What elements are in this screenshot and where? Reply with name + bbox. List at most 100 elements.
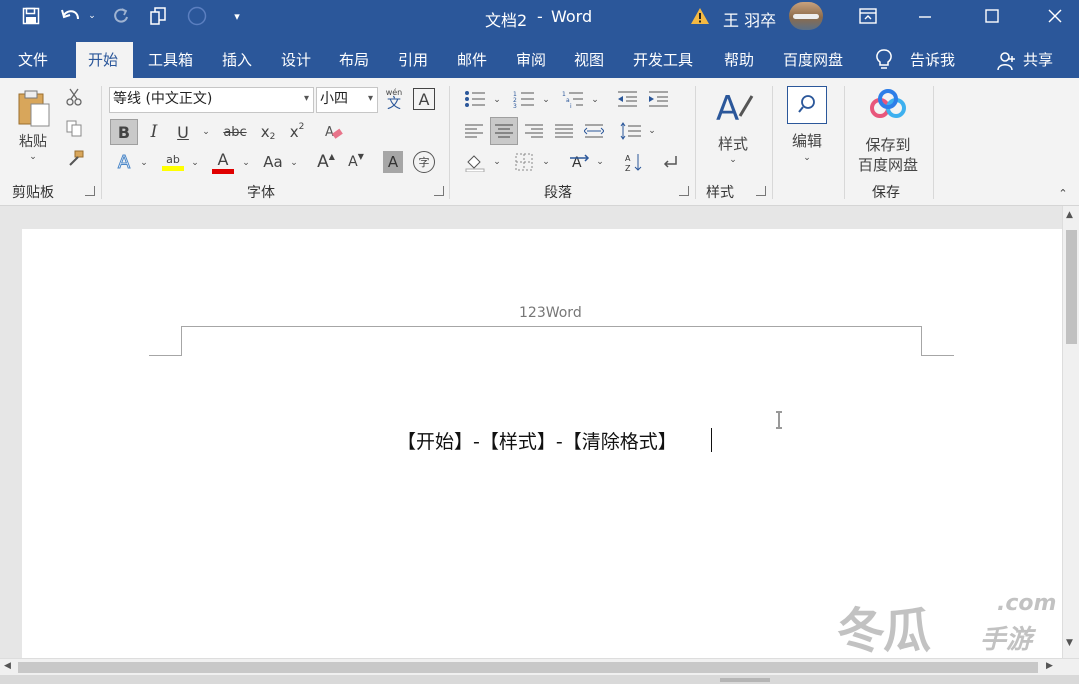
bullets-icon[interactable] [462, 88, 488, 110]
distributed-icon[interactable] [582, 119, 606, 143]
grow-font-button[interactable]: A ▲ [314, 149, 338, 175]
change-case-dropdown-icon[interactable]: ⌄ [288, 156, 300, 170]
paste-dropdown-icon[interactable]: ⌄ [26, 152, 40, 162]
font-size-box[interactable]: 小四 ▾ [316, 87, 378, 113]
editing-icon[interactable] [787, 86, 827, 124]
touch-mode-icon[interactable] [148, 5, 170, 27]
justify-icon[interactable] [552, 119, 576, 143]
tab-references[interactable]: 引用 [386, 42, 440, 78]
maximize-icon[interactable] [979, 5, 1005, 27]
show-marks-icon[interactable] [658, 150, 682, 174]
styles-dropdown-icon[interactable]: ⌄ [727, 154, 739, 166]
tab-layout[interactable]: 布局 [327, 42, 381, 78]
subscript-button[interactable]: x2 [255, 119, 281, 145]
tab-help[interactable]: 帮助 [712, 42, 766, 78]
highlight-dropdown-icon[interactable]: ⌄ [189, 156, 201, 170]
collapse-ribbon-icon[interactable]: ⌃ [1055, 186, 1071, 200]
paste-icon[interactable] [14, 88, 54, 128]
minimize-icon[interactable] [912, 5, 938, 27]
italic-button[interactable]: I [143, 119, 165, 145]
line-spacing-dropdown-icon[interactable]: ⌄ [646, 124, 658, 138]
editing-button[interactable]: 编辑 [782, 130, 832, 150]
user-avatar[interactable] [789, 2, 823, 30]
shrink-font-button[interactable]: A ▼ [344, 149, 368, 175]
undo-dropdown-icon[interactable]: ⌄ [86, 5, 98, 27]
tab-view[interactable]: 视图 [562, 42, 616, 78]
font-dialog-launcher[interactable] [434, 186, 444, 196]
save-to-label-line2[interactable]: 百度网盘 [853, 154, 923, 174]
tab-file[interactable]: 文件 [6, 42, 60, 78]
enclose-characters-button[interactable]: 字 [413, 151, 435, 173]
customize-qat-icon[interactable]: ▾ [230, 5, 244, 27]
font-name-dropdown-icon[interactable]: ▾ [304, 88, 309, 110]
font-color-dropdown-icon[interactable]: ⌄ [240, 156, 252, 170]
copy-icon[interactable] [64, 118, 84, 138]
numbering-dropdown-icon[interactable]: ⌄ [540, 93, 552, 107]
baidu-netdisk-icon[interactable] [868, 88, 908, 122]
editing-dropdown-icon[interactable]: ⌄ [801, 152, 813, 164]
numbering-icon[interactable]: 123 [511, 88, 537, 110]
strikethrough-button[interactable]: abc [220, 119, 250, 145]
header-text[interactable]: 123Word [519, 305, 582, 321]
horizontal-scroll-thumb[interactable] [18, 662, 1038, 673]
sort-icon[interactable]: AZ [622, 150, 646, 174]
character-border-button[interactable]: A [413, 88, 435, 110]
tab-design[interactable]: 设计 [269, 42, 323, 78]
text-effects-dropdown-icon[interactable]: ⌄ [138, 156, 150, 170]
undo-icon[interactable] [58, 5, 84, 27]
line-spacing-icon[interactable] [618, 119, 644, 143]
tab-home[interactable]: 开始 [76, 42, 133, 78]
scroll-right-icon[interactable]: ▶ [1046, 661, 1053, 671]
underline-button[interactable]: U [172, 119, 194, 145]
scroll-left-icon[interactable]: ◀ [4, 661, 11, 671]
tell-me-search[interactable]: 告诉我 [898, 42, 967, 78]
zoom-slider[interactable] [720, 678, 770, 682]
bullets-dropdown-icon[interactable]: ⌄ [491, 93, 503, 107]
phonetic-guide-button[interactable]: wén 文 [382, 86, 406, 114]
change-case-button[interactable]: Aa [258, 149, 288, 175]
character-shading-button[interactable]: A [383, 151, 403, 173]
cut-icon[interactable] [64, 87, 84, 107]
vertical-scrollbar[interactable]: ▲ ▼ [1062, 206, 1079, 658]
circle-icon[interactable] [186, 5, 208, 27]
clear-formatting-icon[interactable]: A [322, 119, 346, 145]
scroll-up-icon[interactable]: ▲ [1066, 210, 1073, 220]
ribbon-display-options-icon[interactable] [855, 5, 881, 27]
paste-button[interactable]: 粘贴 [12, 131, 54, 151]
styles-button[interactable]: 样式 [708, 133, 758, 153]
warning-icon[interactable] [689, 5, 711, 27]
save-icon[interactable] [20, 5, 42, 27]
tab-baidu-netdisk[interactable]: 百度网盘 [771, 42, 855, 78]
redo-icon[interactable] [110, 5, 132, 27]
superscript-button[interactable]: x2 [284, 119, 310, 145]
close-icon[interactable] [1042, 5, 1068, 27]
align-right-icon[interactable] [522, 119, 546, 143]
tab-review[interactable]: 审阅 [504, 42, 558, 78]
format-painter-icon[interactable] [64, 149, 86, 169]
tab-insert[interactable]: 插入 [210, 42, 264, 78]
scroll-down-icon[interactable]: ▼ [1066, 638, 1073, 648]
tab-mailings[interactable]: 邮件 [445, 42, 499, 78]
clipboard-dialog-launcher[interactable] [85, 186, 95, 196]
paragraph-dialog-launcher[interactable] [679, 186, 689, 196]
align-center-icon[interactable] [490, 117, 518, 145]
styles-dialog-launcher[interactable] [756, 186, 766, 196]
tab-developer[interactable]: 开发工具 [621, 42, 705, 78]
styles-icon[interactable]: A [714, 86, 754, 129]
text-effects-button[interactable]: A [112, 149, 136, 175]
bold-button[interactable]: B [110, 119, 138, 145]
borders-dropdown-icon[interactable]: ⌄ [540, 155, 552, 169]
align-left-icon[interactable] [462, 119, 486, 143]
font-size-dropdown-icon[interactable]: ▾ [368, 88, 373, 110]
highlight-button[interactable]: ab [160, 149, 186, 175]
tab-toolbox[interactable]: 工具箱 [136, 42, 205, 78]
horizontal-scrollbar[interactable]: ◀ ▶ [0, 658, 1079, 676]
chinese-layout-dropdown-icon[interactable]: ⌄ [594, 155, 606, 169]
document-page[interactable]: 123Word 【开始】-【样式】-【清除格式】 冬瓜 手游 .com [22, 229, 1062, 659]
font-color-button[interactable]: A [210, 149, 236, 175]
font-name-box[interactable]: 等线 (中文正文) ▾ [109, 87, 314, 113]
decrease-indent-icon[interactable] [614, 88, 640, 110]
save-to-label-line1[interactable]: 保存到 [853, 134, 923, 154]
borders-icon[interactable] [511, 150, 537, 174]
lightbulb-icon[interactable] [875, 48, 893, 72]
